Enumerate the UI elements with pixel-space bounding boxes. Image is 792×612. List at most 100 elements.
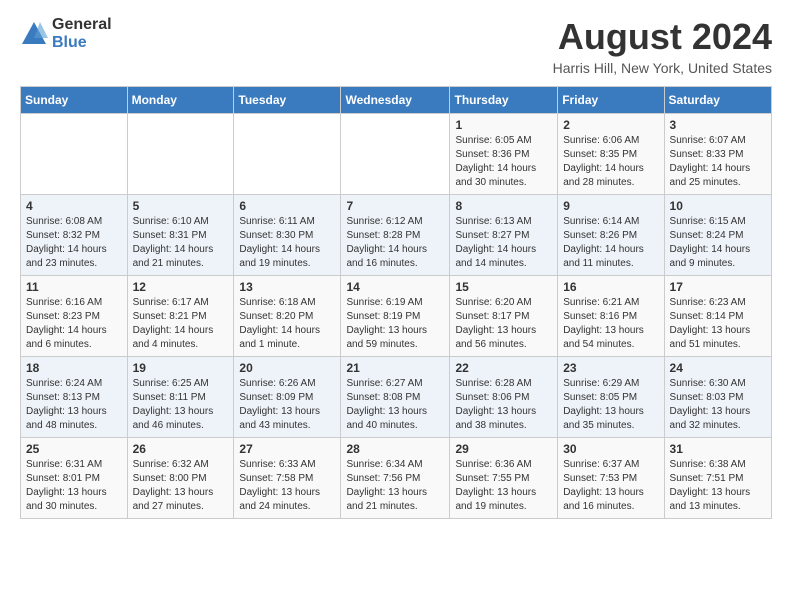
calendar-header: SundayMondayTuesdayWednesdayThursdayFrid… [21, 87, 772, 114]
calendar-subtitle: Harris Hill, New York, United States [553, 60, 772, 76]
calendar-cell: 15 Sunrise: 6:20 AMSunset: 8:17 PMDayligh… [450, 276, 558, 357]
calendar-cell [21, 114, 128, 195]
day-number: 25 [26, 442, 122, 456]
day-info: Sunrise: 6:34 AMSunset: 7:56 PMDaylight:… [346, 458, 444, 514]
logo-general-text: General [52, 16, 112, 34]
page-header: General Blue August 2024 Harris Hill, Ne… [20, 16, 772, 76]
calendar-cell: 16Sunrise: 6:21 AMSunset: 8:16 PMDayligh… [558, 276, 664, 357]
day-info: Sunrise: 6:29 AMSunset: 8:05 PMDaylight:… [563, 377, 658, 433]
calendar-cell: 28 Sunrise: 6:34 AMSunset: 7:56 PMDayligh… [341, 438, 450, 519]
calendar-cell: 3 Sunrise: 6:07 AMSunset: 8:33 PMDaylight… [664, 114, 771, 195]
header-row: SundayMondayTuesdayWednesdayThursdayFrid… [21, 87, 772, 114]
day-number: 29 [455, 442, 552, 456]
calendar-cell: 2 Sunrise: 6:06 AMSunset: 8:35 PMDaylight… [558, 114, 664, 195]
calendar-cell: 7 Sunrise: 6:12 AMSunset: 8:28 PMDaylight… [341, 195, 450, 276]
day-info: Sunrise: 6:28 AMSunset: 8:06 PMDaylight:… [455, 377, 552, 433]
header-day-tuesday: Tuesday [234, 87, 341, 114]
day-number: 19 [133, 361, 229, 375]
week-row-2: 4Sunrise: 6:08 AMSunset: 8:32 PMDaylight… [21, 195, 772, 276]
week-row-4: 18Sunrise: 6:24 AMSunset: 8:13 PMDayligh… [21, 357, 772, 438]
calendar-cell: 21 Sunrise: 6:27 AMSunset: 8:08 PMDayligh… [341, 357, 450, 438]
day-info: Sunrise: 6:25 AMSunset: 8:11 PMDaylight:… [133, 377, 229, 433]
calendar-cell [234, 114, 341, 195]
day-number: 26 [133, 442, 229, 456]
day-number: 15 [455, 280, 552, 294]
day-number: 30 [563, 442, 658, 456]
calendar-cell: 4Sunrise: 6:08 AMSunset: 8:32 PMDaylight… [21, 195, 128, 276]
calendar-cell: 9Sunrise: 6:14 AMSunset: 8:26 PMDaylight… [558, 195, 664, 276]
day-number: 12 [133, 280, 229, 294]
day-number: 2 [563, 118, 658, 132]
day-number: 23 [563, 361, 658, 375]
day-number: 22 [455, 361, 552, 375]
calendar-cell: 19 Sunrise: 6:25 AMSunset: 8:11 PMDayligh… [127, 357, 234, 438]
day-info: Sunrise: 6:38 AMSunset: 7:51 PMDaylight:… [670, 458, 766, 514]
day-info: Sunrise: 6:30 AMSunset: 8:03 PMDaylight:… [670, 377, 766, 433]
day-info: Sunrise: 6:15 AMSunset: 8:24 PMDaylight:… [670, 215, 766, 271]
day-info: Sunrise: 6:37 AMSunset: 7:53 PMDaylight:… [563, 458, 658, 514]
day-number: 17 [670, 280, 766, 294]
day-info: Sunrise: 6:17 AMSunset: 8:21 PMDaylight:… [133, 296, 229, 352]
day-number: 6 [239, 199, 335, 213]
calendar-cell: 24 Sunrise: 6:30 AMSunset: 8:03 PMDayligh… [664, 357, 771, 438]
day-info: Sunrise: 6:19 AMSunset: 8:19 PMDaylight:… [346, 296, 444, 352]
calendar-cell: 25 Sunrise: 6:31 AMSunset: 8:01 PMDayligh… [21, 438, 128, 519]
week-row-1: 1Sunrise: 6:05 AMSunset: 8:36 PMDaylight… [21, 114, 772, 195]
calendar-cell: 22 Sunrise: 6:28 AMSunset: 8:06 PMDayligh… [450, 357, 558, 438]
day-number: 4 [26, 199, 122, 213]
calendar-cell: 29Sunrise: 6:36 AMSunset: 7:55 PMDayligh… [450, 438, 558, 519]
calendar-cell: 26 Sunrise: 6:32 AMSunset: 8:00 PMDayligh… [127, 438, 234, 519]
header-day-monday: Monday [127, 87, 234, 114]
header-day-sunday: Sunday [21, 87, 128, 114]
header-day-thursday: Thursday [450, 87, 558, 114]
day-info: Sunrise: 6:14 AMSunset: 8:26 PMDaylight:… [563, 215, 658, 271]
day-info: Sunrise: 6:16 AMSunset: 8:23 PMDaylight:… [26, 296, 122, 352]
calendar-cell: 17Sunrise: 6:23 AMSunset: 8:14 PMDayligh… [664, 276, 771, 357]
calendar-cell: 14 Sunrise: 6:19 AMSunset: 8:19 PMDayligh… [341, 276, 450, 357]
day-number: 31 [670, 442, 766, 456]
calendar-cell: 31 Sunrise: 6:38 AMSunset: 7:51 PMDayligh… [664, 438, 771, 519]
day-number: 21 [346, 361, 444, 375]
calendar-cell: 18Sunrise: 6:24 AMSunset: 8:13 PMDayligh… [21, 357, 128, 438]
day-info: Sunrise: 6:12 AMSunset: 8:28 PMDaylight:… [346, 215, 444, 271]
calendar-cell: 30 Sunrise: 6:37 AMSunset: 7:53 PMDayligh… [558, 438, 664, 519]
day-number: 7 [346, 199, 444, 213]
day-info: Sunrise: 6:10 AMSunset: 8:31 PMDaylight:… [133, 215, 229, 271]
calendar-title: August 2024 [553, 16, 772, 58]
day-info: Sunrise: 6:33 AMSunset: 7:58 PMDaylight:… [239, 458, 335, 514]
day-number: 14 [346, 280, 444, 294]
calendar-cell: 6 Sunrise: 6:11 AMSunset: 8:30 PMDaylight… [234, 195, 341, 276]
day-number: 18 [26, 361, 122, 375]
calendar-cell: 13 Sunrise: 6:18 AMSunset: 8:20 PMDayligh… [234, 276, 341, 357]
day-info: Sunrise: 6:20 AMSunset: 8:17 PMDaylight:… [455, 296, 552, 352]
day-info: Sunrise: 6:18 AMSunset: 8:20 PMDaylight:… [239, 296, 335, 352]
day-info: Sunrise: 6:06 AMSunset: 8:35 PMDaylight:… [563, 134, 658, 190]
calendar-cell: 8 Sunrise: 6:13 AMSunset: 8:27 PMDaylight… [450, 195, 558, 276]
day-number: 27 [239, 442, 335, 456]
day-number: 24 [670, 361, 766, 375]
logo: General Blue [20, 16, 112, 51]
day-info: Sunrise: 6:11 AMSunset: 8:30 PMDaylight:… [239, 215, 335, 271]
calendar-cell: 27 Sunrise: 6:33 AMSunset: 7:58 PMDayligh… [234, 438, 341, 519]
logo-icon [20, 20, 48, 48]
day-info: Sunrise: 6:27 AMSunset: 8:08 PMDaylight:… [346, 377, 444, 433]
header-day-wednesday: Wednesday [341, 87, 450, 114]
day-info: Sunrise: 6:07 AMSunset: 8:33 PMDaylight:… [670, 134, 766, 190]
day-number: 3 [670, 118, 766, 132]
day-number: 20 [239, 361, 335, 375]
day-number: 1 [455, 118, 552, 132]
calendar-cell: 12 Sunrise: 6:17 AMSunset: 8:21 PMDayligh… [127, 276, 234, 357]
calendar-cell: 1Sunrise: 6:05 AMSunset: 8:36 PMDaylight… [450, 114, 558, 195]
calendar-table: SundayMondayTuesdayWednesdayThursdayFrid… [20, 86, 772, 519]
day-info: Sunrise: 6:31 AMSunset: 8:01 PMDaylight:… [26, 458, 122, 514]
day-info: Sunrise: 6:26 AMSunset: 8:09 PMDaylight:… [239, 377, 335, 433]
week-row-3: 11Sunrise: 6:16 AMSunset: 8:23 PMDayligh… [21, 276, 772, 357]
day-number: 8 [455, 199, 552, 213]
day-number: 28 [346, 442, 444, 456]
day-info: Sunrise: 6:13 AMSunset: 8:27 PMDaylight:… [455, 215, 552, 271]
day-info: Sunrise: 6:32 AMSunset: 8:00 PMDaylight:… [133, 458, 229, 514]
week-row-5: 25 Sunrise: 6:31 AMSunset: 8:01 PMDayligh… [21, 438, 772, 519]
day-number: 13 [239, 280, 335, 294]
logo-blue-text: Blue [52, 34, 112, 52]
header-day-saturday: Saturday [664, 87, 771, 114]
